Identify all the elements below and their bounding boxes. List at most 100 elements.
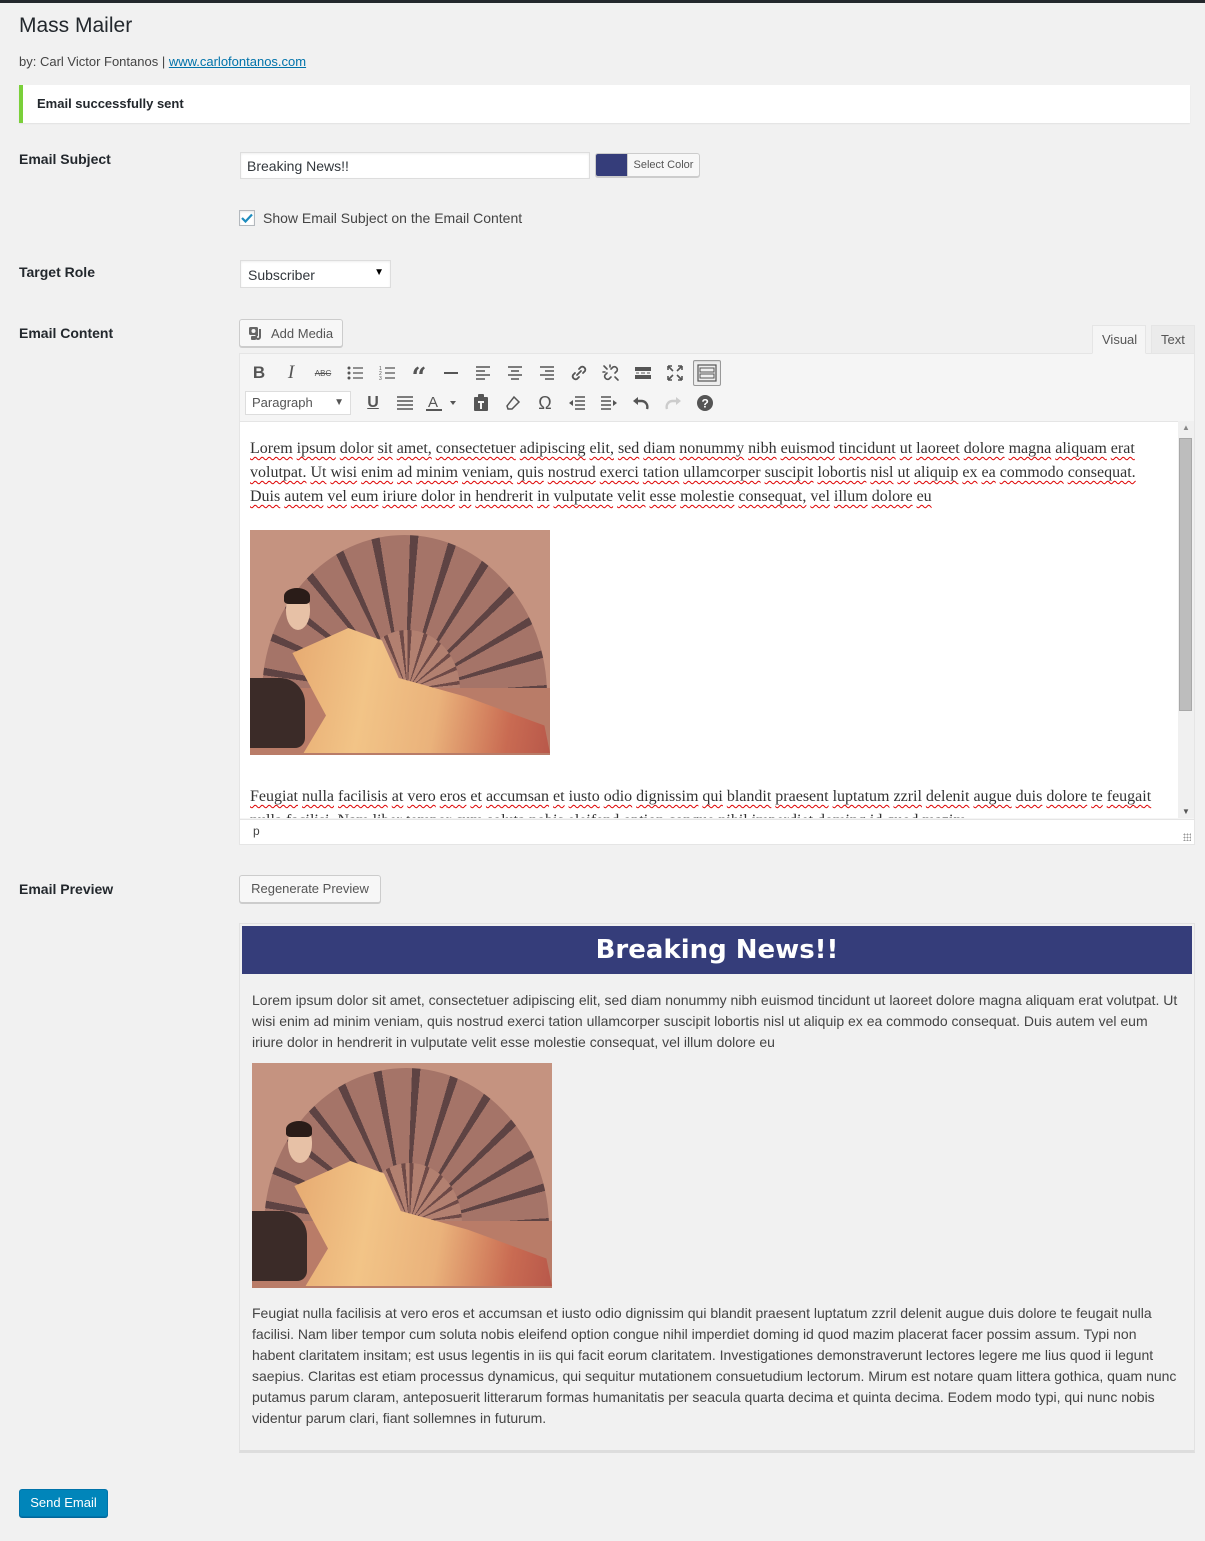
- scrollbar-thumb[interactable]: [1179, 438, 1192, 711]
- preview-image: [252, 1063, 552, 1288]
- show-subject-option[interactable]: Show Email Subject on the Email Content: [239, 210, 522, 226]
- special-character-button[interactable]: Ω: [531, 390, 559, 416]
- toolbar-toggle-button[interactable]: [693, 360, 721, 386]
- numbered-list-icon: 123: [379, 366, 395, 380]
- align-center-button[interactable]: [501, 360, 529, 386]
- indent-button[interactable]: [595, 390, 623, 416]
- add-media-icon: [249, 326, 261, 340]
- preview-body: Lorem ipsum dolor sit amet, consectetuer…: [252, 990, 1182, 1439]
- tab-visual[interactable]: Visual: [1092, 325, 1146, 354]
- email-subject-label: Email Subject: [19, 151, 111, 167]
- svg-text:A: A: [428, 394, 438, 411]
- justify-icon: [397, 396, 413, 410]
- add-media-button[interactable]: Add Media: [239, 319, 343, 347]
- redo-button[interactable]: [659, 390, 687, 416]
- help-icon: ?: [697, 395, 713, 411]
- paste-as-text-icon: [474, 394, 488, 411]
- show-subject-checkbox[interactable]: [239, 210, 255, 226]
- unlink-icon: [602, 364, 619, 381]
- scroll-up-arrow-icon[interactable]: ▲: [1178, 423, 1194, 432]
- undo-button[interactable]: [627, 390, 655, 416]
- align-left-icon: [476, 366, 490, 380]
- bold-icon: B: [252, 363, 266, 382]
- fullscreen-button[interactable]: [661, 360, 689, 386]
- text-color-icon: A: [426, 394, 456, 411]
- show-subject-label: Show Email Subject on the Email Content: [263, 210, 523, 226]
- notice-message: Email successfully sent: [37, 96, 184, 111]
- underline-button[interactable]: U: [359, 390, 387, 416]
- align-left-button[interactable]: [469, 360, 497, 386]
- email-subject-input[interactable]: [240, 152, 590, 179]
- underline-icon: U: [367, 394, 379, 411]
- editor-image[interactable]: [250, 530, 550, 755]
- select-color-label: Select Color: [627, 154, 699, 176]
- numbered-list-button[interactable]: 123: [373, 360, 401, 386]
- add-media-label: Add Media: [271, 325, 334, 341]
- element-path[interactable]: p: [253, 824, 260, 838]
- editor-toolbar-row-1: B I ABC 123 “: [245, 359, 725, 391]
- strikethrough-icon: ABC: [314, 368, 332, 378]
- align-center-icon: [508, 366, 522, 380]
- bullet-list-button[interactable]: [341, 360, 369, 386]
- format-select-value: Paragraph: [252, 395, 313, 410]
- clear-formatting-icon: [506, 395, 521, 410]
- dropdown-arrow-icon: ▼: [334, 397, 344, 408]
- read-more-button[interactable]: [629, 360, 657, 386]
- success-notice: Email successfully sent: [19, 85, 1190, 123]
- align-right-button[interactable]: [533, 360, 561, 386]
- bold-button[interactable]: B: [245, 360, 273, 386]
- align-right-icon: [540, 366, 554, 380]
- preview-header: Breaking News!!: [242, 926, 1192, 974]
- read-more-icon: [635, 367, 651, 379]
- paste-as-text-button[interactable]: [467, 390, 495, 416]
- scroll-down-arrow-icon[interactable]: ▼: [1178, 807, 1194, 816]
- editor-paragraph-2: Feugiat nulla facilisis at vero eros et …: [250, 788, 1152, 818]
- tab-text[interactable]: Text: [1151, 325, 1195, 354]
- target-role-value: Subscriber: [248, 267, 315, 283]
- preview-paragraph-2: Feugiat nulla facilisis at vero eros et …: [252, 1305, 1177, 1426]
- undo-icon: [633, 397, 649, 410]
- format-select[interactable]: Paragraph ▼: [245, 391, 351, 415]
- regenerate-preview-button[interactable]: Regenerate Preview: [239, 875, 381, 903]
- blockquote-button[interactable]: “: [405, 360, 433, 391]
- target-role-select[interactable]: Subscriber ▼: [240, 260, 391, 288]
- color-swatch: [596, 154, 627, 176]
- blockquote-icon: “: [411, 363, 427, 393]
- editor-toolbar-row-2: Paragraph ▼ U A Ω ?: [245, 389, 723, 417]
- justify-button[interactable]: [391, 390, 419, 416]
- target-role-label: Target Role: [19, 264, 95, 280]
- resize-handle-icon[interactable]: [1183, 833, 1191, 841]
- admin-top-bar: [0, 0, 1205, 3]
- redo-icon: [665, 397, 681, 410]
- outdent-icon: [569, 396, 585, 410]
- email-preview: Breaking News!! Lorem ipsum dolor sit am…: [239, 923, 1195, 1453]
- page-title: Mass Mailer: [19, 14, 133, 37]
- remove-link-button[interactable]: [597, 360, 625, 386]
- italic-icon: I: [287, 362, 295, 383]
- author-website-link[interactable]: www.carlofontanos.com: [169, 54, 306, 69]
- indent-icon: [601, 396, 617, 410]
- insert-link-button[interactable]: [565, 360, 593, 386]
- toolbar-toggle-icon: [697, 364, 717, 382]
- byline-author: by: Carl Victor Fontanos |: [19, 54, 169, 69]
- editor-content-area[interactable]: Lorem ipsum dolor sit amet, consectetuer…: [240, 421, 1178, 818]
- rich-text-editor: B I ABC 123 “ Paragraph ▼ U A Ω ? Lorem …: [239, 353, 1195, 845]
- italic-button[interactable]: I: [277, 360, 305, 386]
- select-color-button[interactable]: Select Color: [595, 153, 700, 177]
- checkmark-icon: [241, 213, 253, 223]
- outdent-button[interactable]: [563, 390, 591, 416]
- strikethrough-button[interactable]: ABC: [309, 360, 337, 386]
- link-icon: [571, 365, 587, 381]
- special-character-icon: Ω: [538, 392, 552, 413]
- clear-formatting-button[interactable]: [499, 390, 527, 416]
- byline: by: Carl Victor Fontanos | www.carlofont…: [19, 54, 306, 69]
- bullet-list-icon: [347, 366, 363, 380]
- email-preview-label: Email Preview: [19, 881, 114, 897]
- fullscreen-icon: [667, 365, 683, 381]
- send-email-button[interactable]: Send Email: [19, 1489, 108, 1517]
- horizontal-rule-icon: [444, 372, 458, 374]
- text-color-button[interactable]: A: [423, 390, 463, 416]
- editor-scrollbar[interactable]: ▲ ▼: [1178, 421, 1194, 818]
- help-button[interactable]: ?: [691, 390, 719, 416]
- horizontal-rule-button[interactable]: [437, 360, 465, 386]
